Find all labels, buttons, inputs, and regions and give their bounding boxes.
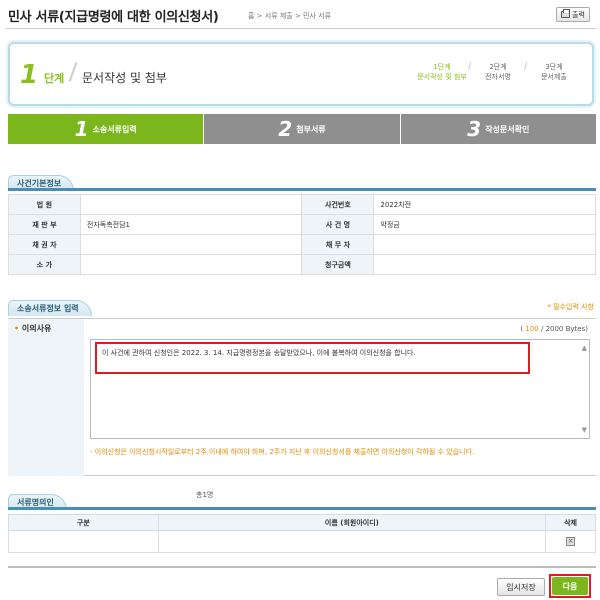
temp-save-button[interactable]: 임시저장 xyxy=(497,578,545,596)
label-claim-value: 소 가 xyxy=(8,254,81,275)
required-note: * 필수입력 사항 xyxy=(547,303,594,311)
delete-icon[interactable]: × xyxy=(566,537,576,546)
mini-step-1: 1단계 문서작성 및 첨부 xyxy=(414,62,470,82)
case-info-header: 사건기본정보 xyxy=(8,175,596,191)
step-indicator: 1 단계 문서작성 및 첨부 1단계 문서작성 및 첨부 2단계 전자서명 3단… xyxy=(8,42,594,106)
case-info-underline xyxy=(8,188,596,191)
value-division: 전자독촉전담1 xyxy=(79,214,303,235)
signers-underline xyxy=(8,507,596,510)
required-star: • xyxy=(14,324,20,333)
mini-step-2-line2: 전자서명 xyxy=(485,73,511,81)
label-case-name: 사 건 명 xyxy=(301,214,375,235)
table-row: × xyxy=(8,530,596,553)
value-debtor xyxy=(373,234,596,255)
label-claim-amount: 청구금액 xyxy=(301,254,375,275)
label-court: 법 원 xyxy=(8,194,81,215)
byte-suffix: / 2000 Bytes) xyxy=(538,325,588,333)
signer-name xyxy=(157,530,547,553)
reason-label-cell: • 이의사유 xyxy=(8,319,84,476)
value-claim-value xyxy=(79,254,303,275)
label-debtor: 채 무 자 xyxy=(301,234,375,255)
signer-delete-cell: × xyxy=(545,530,596,553)
tab-3-number: 3 xyxy=(467,117,482,141)
bottom-divider xyxy=(8,566,596,568)
print-button[interactable]: 출력 xyxy=(556,7,590,22)
label-case-number: 사건번호 xyxy=(301,194,375,215)
tab-document-review[interactable]: 3 작성문서확인 xyxy=(400,114,596,144)
table-row: 소 가 청구금액 xyxy=(8,254,596,275)
header-divider xyxy=(6,28,596,29)
printer-icon xyxy=(561,9,571,18)
mini-step-3-line1: 3단계 xyxy=(545,63,563,71)
tab-3-label: 작성문서확인 xyxy=(485,124,530,134)
input-area: • 이의사유 ( 100 / 2000 Bytes) 이 사건에 관하여 신청인… xyxy=(8,318,596,476)
label-division: 재 판 부 xyxy=(8,214,81,235)
value-court xyxy=(79,194,303,215)
value-claim-amount xyxy=(373,254,596,275)
mini-step-2-line1: 2단계 xyxy=(489,63,507,71)
tab-2-number: 2 xyxy=(278,117,293,141)
scroll-up-icon[interactable]: ▲ xyxy=(582,344,587,352)
mini-step-1-line1: 1단계 xyxy=(433,63,451,71)
scroll-down-icon[interactable]: ▼ xyxy=(582,426,587,434)
mini-steps: 1단계 문서작성 및 첨부 2단계 전자서명 3단계 문서제출 xyxy=(414,62,582,82)
step-title: 문서작성 및 첨부 xyxy=(82,71,167,85)
next-button[interactable]: 다음 xyxy=(552,577,588,595)
value-creditor xyxy=(79,234,303,255)
col-delete: 삭제 xyxy=(545,514,596,531)
mini-step-3-line2: 문서제출 xyxy=(541,73,567,81)
reason-text[interactable]: 이 사건에 관하여 신청인은 2022. 3. 14. 지급명령정본을 송달받았… xyxy=(95,342,530,374)
label-creditor: 채 권 자 xyxy=(8,234,81,255)
deadline-warning: - 이의신청은 이의신청시작일로부터 2주 이내에 하여야 하며, 2주가 지난… xyxy=(90,448,475,456)
tab-2-label: 첨부서류 xyxy=(296,124,326,134)
tab-attachments[interactable]: 2 첨부서류 xyxy=(204,114,400,144)
mini-step-1-line2: 문서작성 및 첨부 xyxy=(417,73,467,81)
table-row: 법 원 사건번호 2022차전 xyxy=(8,194,596,215)
tab-1-number: 1 xyxy=(74,117,89,141)
page-title: 민사 서류(지급명령에 대한 이의신청서) xyxy=(8,10,219,25)
value-case-number: 2022차전 xyxy=(373,194,596,215)
tab-litigation-document-input[interactable]: 1 소송서류입력 xyxy=(8,114,204,144)
input-section-header: 소송서류정보 입력 xyxy=(8,300,596,316)
byte-counter: ( 100 / 2000 Bytes) xyxy=(520,325,588,333)
tab-bar: 1 소송서류입력 2 첨부서류 3 작성문서확인 xyxy=(8,114,596,144)
table-row: 채 권 자 채 무 자 xyxy=(8,234,596,255)
case-info-table: 법 원 사건번호 2022차전 재 판 부 전자독촉전담1 사 건 명 약정금 … xyxy=(8,194,596,275)
signers-header: 서류명의인 xyxy=(8,494,596,510)
byte-current: 100 xyxy=(525,325,539,333)
mini-step-2: 2단계 전자서명 xyxy=(468,62,526,82)
col-name: 이름 (회원아이디) xyxy=(157,514,547,531)
col-type: 구분 xyxy=(8,514,159,531)
mini-step-3: 3단계 문서제출 xyxy=(524,62,582,82)
print-label: 출력 xyxy=(572,10,585,19)
signers-table: 구분 이름 (회원아이디) 삭제 × xyxy=(8,514,596,553)
step-word: 단계 xyxy=(44,72,65,85)
signer-count: 총1명 xyxy=(196,491,214,499)
reason-textarea[interactable]: 이 사건에 관하여 신청인은 2022. 3. 14. 지급명령정본을 송달받았… xyxy=(90,339,590,439)
reason-label: 이의사유 xyxy=(21,324,52,333)
value-case-name: 약정금 xyxy=(373,214,596,235)
step-number: 1 xyxy=(20,60,39,90)
breadcrumb: 홈 > 서류 제출 > 민사 서류 xyxy=(248,12,332,20)
page-header: 민사 서류(지급명령에 대한 이의신청서) 홈 > 서류 제출 > 민사 서류 … xyxy=(8,6,594,26)
step-slash xyxy=(68,62,78,82)
input-section-title: 소송서류정보 입력 xyxy=(8,300,92,316)
table-row: 재 판 부 전자독촉전담1 사 건 명 약정금 xyxy=(8,214,596,235)
tab-1-label: 소송서류입력 xyxy=(92,124,137,134)
signer-type xyxy=(8,530,159,553)
table-header-row: 구분 이름 (회원아이디) 삭제 xyxy=(8,514,596,531)
